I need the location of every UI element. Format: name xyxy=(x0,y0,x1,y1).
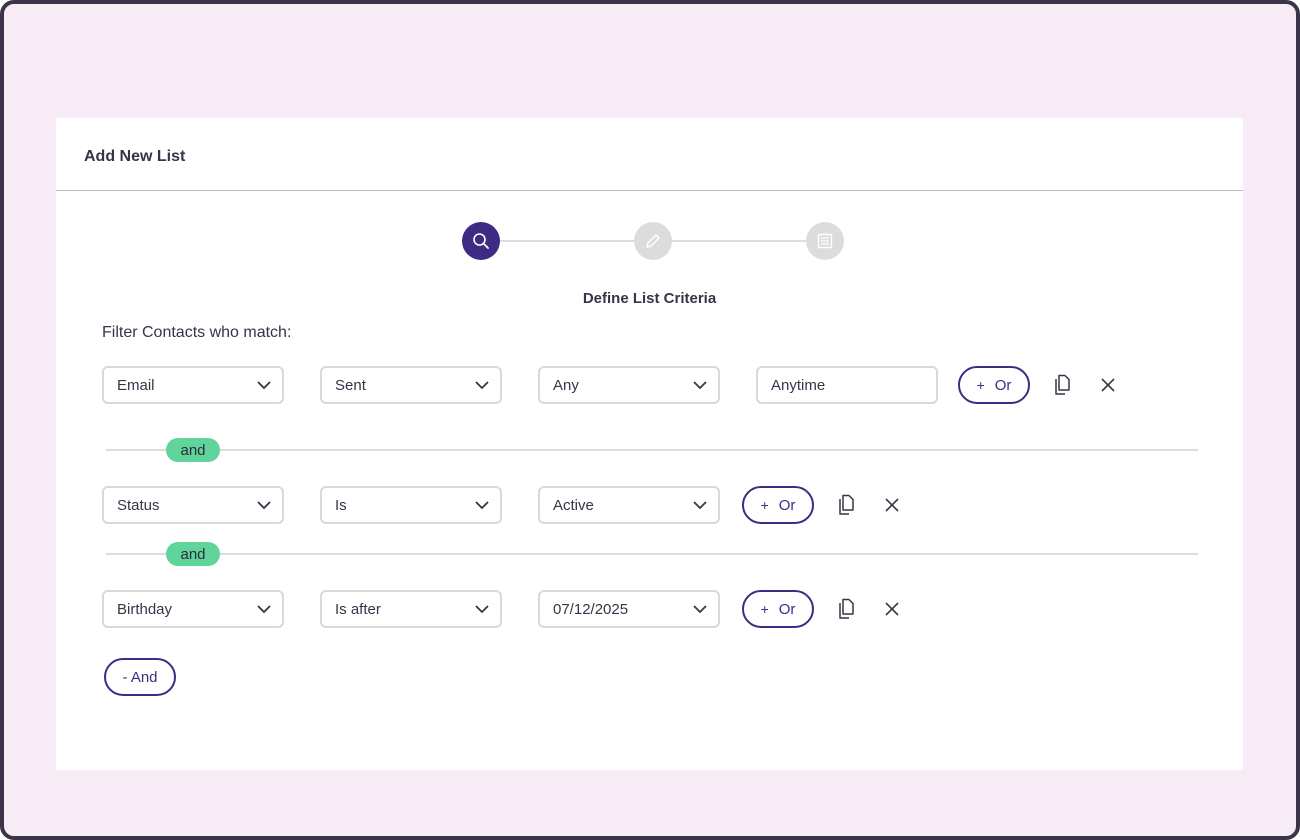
close-icon xyxy=(1101,378,1115,392)
chevron-down-icon xyxy=(257,501,271,510)
step-edit[interactable] xyxy=(634,222,672,260)
chevron-down-icon xyxy=(693,381,707,390)
and-badge: and xyxy=(166,542,220,566)
or-button-label: Or xyxy=(778,496,796,514)
and-badge: and xyxy=(166,438,220,462)
operator-select[interactable]: Is xyxy=(320,486,502,524)
copy-icon xyxy=(839,598,854,619)
filter-label: Filter Contacts who match: xyxy=(102,324,292,341)
or-button-label: Or xyxy=(994,376,1012,394)
chevron-down-icon xyxy=(257,605,271,614)
value-select[interactable]: Any xyxy=(538,366,720,404)
operator-select[interactable]: Is after xyxy=(320,590,502,628)
card-header: Add New List xyxy=(56,118,1243,191)
chevron-down-icon xyxy=(693,605,707,614)
copy-icon xyxy=(839,494,854,515)
operator-select-value: Sent xyxy=(335,376,366,394)
and-divider xyxy=(106,553,1198,555)
operator-select[interactable]: Sent xyxy=(320,366,502,404)
field-select[interactable]: Status xyxy=(102,486,284,524)
date-select-value: 07/12/2025 xyxy=(553,600,629,618)
value-select-value: Any xyxy=(553,376,579,394)
search-icon xyxy=(473,233,489,249)
add-list-card: Add New List Define List Criteria Filter xyxy=(56,118,1243,770)
add-and-button[interactable]: - And xyxy=(104,658,176,696)
chevron-down-icon xyxy=(475,381,489,390)
value-select-value: Active xyxy=(553,496,594,514)
step-connector xyxy=(652,240,826,242)
chevron-down-icon xyxy=(693,501,707,510)
timeframe-input[interactable]: Anytime xyxy=(756,366,938,404)
remove-row-button[interactable] xyxy=(1096,373,1120,397)
operator-select-value: Is xyxy=(335,496,347,514)
value-select[interactable]: Active xyxy=(538,486,720,524)
chevron-down-icon xyxy=(475,605,489,614)
chevron-down-icon xyxy=(475,501,489,510)
or-button-label: Or xyxy=(778,600,796,618)
field-select[interactable]: Birthday xyxy=(102,590,284,628)
duplicate-button[interactable] xyxy=(834,597,858,621)
and-divider xyxy=(106,449,1198,451)
list-icon xyxy=(817,233,833,249)
add-or-button[interactable]: + Or xyxy=(742,590,814,628)
step-review[interactable] xyxy=(806,222,844,260)
step-define-criteria[interactable] xyxy=(462,222,500,260)
field-select-value: Birthday xyxy=(117,600,173,618)
add-or-button[interactable]: + Or xyxy=(958,366,1030,404)
field-select-value: Email xyxy=(117,376,155,394)
plus-icon: + xyxy=(760,601,769,617)
add-or-button[interactable]: + Or xyxy=(742,486,814,524)
copy-icon xyxy=(1055,374,1070,395)
close-icon xyxy=(885,602,899,616)
timeframe-input-value: Anytime xyxy=(771,376,826,394)
step-connector xyxy=(480,240,654,242)
duplicate-button[interactable] xyxy=(1050,373,1074,397)
operator-select-value: Is after xyxy=(335,600,381,618)
plus-icon: + xyxy=(976,377,985,393)
section-title: Define List Criteria xyxy=(582,290,717,307)
remove-row-button[interactable] xyxy=(880,493,904,517)
field-select[interactable]: Email xyxy=(102,366,284,404)
close-icon xyxy=(885,498,899,512)
chevron-down-icon xyxy=(257,381,271,390)
field-select-value: Status xyxy=(117,496,160,514)
plus-icon: + xyxy=(760,497,769,513)
date-select[interactable]: 07/12/2025 xyxy=(538,590,720,628)
duplicate-button[interactable] xyxy=(834,493,858,517)
remove-row-button[interactable] xyxy=(880,597,904,621)
card-title: Add New List xyxy=(84,148,186,165)
pencil-icon xyxy=(646,234,660,248)
